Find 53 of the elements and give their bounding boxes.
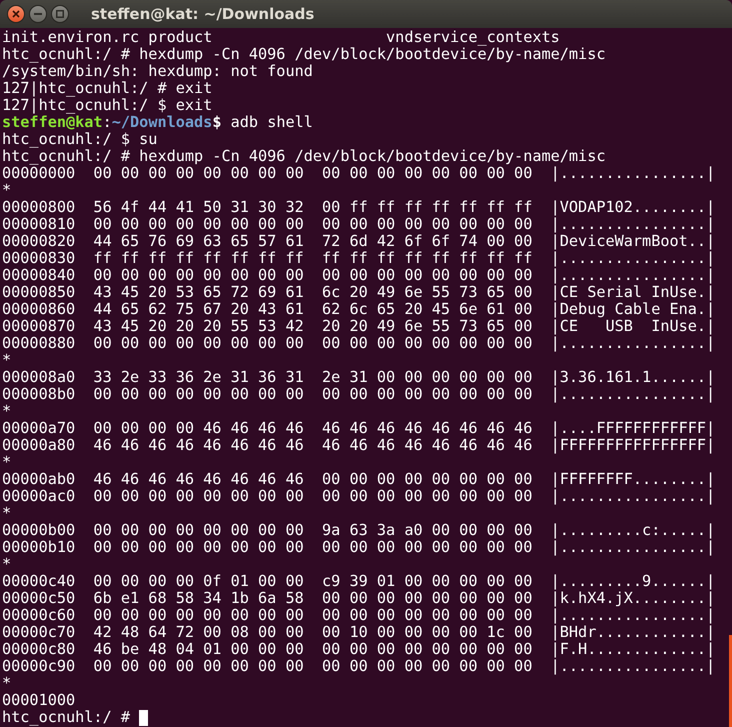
terminal-line: * [2, 556, 12, 573]
terminal-line: 00000c60 00 00 00 00 00 00 00 00 00 00 00 00 00 00 00 00 |................| [2, 607, 716, 624]
prompt-user-host: steffen@kat [2, 114, 103, 131]
prompt-separator: : [102, 114, 112, 131]
terminal-line: 127|htc_ocnuhl:/ $ exit [2, 97, 214, 114]
terminal-line: 00000c50 6b e1 68 58 34 1b 6a 58 00 00 00 00 00 00 00 00 |k.hX4.jX........| [2, 590, 716, 607]
terminal-line: htc_ocnuhl:/ $ su [2, 131, 158, 148]
terminal-line: 00000860 44 65 62 75 67 20 43 61 62 6c 65 20 45 6e 61 00 |Debug Cable Ena.| [2, 301, 716, 318]
terminal-line: htc_ocnuhl:/ # hexdump -Cn 4096 /dev/block/bootdevice/by-name/misc [2, 46, 606, 63]
terminal-line: * [2, 352, 12, 369]
terminal-line: 00000810 00 00 00 00 00 00 00 00 00 00 00 00 00 00 00 00 |................| [2, 216, 716, 233]
terminal-line: 00000850 43 45 20 53 65 72 69 61 6c 20 49 6e 55 73 65 00 |CE Serial InUse.| [2, 284, 716, 301]
terminal-line: 00000870 43 45 20 20 20 55 53 42 20 20 49 6e 55 73 65 00 |CE USB InUse.| [2, 318, 716, 335]
maximize-icon [56, 10, 64, 18]
minimize-icon [34, 13, 42, 15]
terminal-line: 00000ab0 46 46 46 46 46 46 46 46 00 00 00 00 00 00 00 00 |FFFFFFFF........| [2, 471, 716, 488]
window-title: steffen@kat: ~/Downloads [91, 5, 314, 23]
terminal-line: * [2, 454, 12, 471]
terminal-line: 00000800 56 4f 44 41 50 31 30 32 00 ff ff ff ff ff ff ff |VODAP102........| [2, 199, 716, 216]
prompt-path: ~/Downloads [112, 114, 212, 131]
close-icon [12, 10, 20, 18]
terminal-line: 00000c90 00 00 00 00 00 00 00 00 00 00 00 00 00 00 00 00 |................| [2, 658, 716, 675]
terminal-line: 00000840 00 00 00 00 00 00 00 00 00 00 00 00 00 00 00 00 |................| [2, 267, 716, 284]
command-text: adb shell [230, 114, 313, 131]
text-cursor [139, 710, 148, 726]
terminal-line: 00000b00 00 00 00 00 00 00 00 00 9a 63 3a a0 00 00 00 00 |.........c:.....| [2, 522, 716, 539]
terminal-line: * [2, 675, 12, 692]
terminal-line: * [2, 403, 12, 420]
terminal-line: 00000c70 42 48 64 72 00 08 00 00 00 10 00 00 00 00 1c 00 |BHdr............| [2, 624, 716, 641]
terminal-line: 00000c40 00 00 00 00 0f 01 00 00 c9 39 01 00 00 00 00 00 |.........9......| [2, 573, 716, 590]
terminal-line: init.environ.rc product vndservice_contexts [2, 29, 561, 46]
terminal-line: 00000830 ff ff ff ff ff ff ff ff ff ff ff ff ff ff ff ff |................| [2, 250, 716, 267]
terminal-line: 127|htc_ocnuhl:/ # exit [2, 80, 212, 97]
terminal-line: 00000a70 00 00 00 00 46 46 46 46 46 46 46 46 46 46 46 46 |....FFFFFFFFFFFF| [2, 420, 716, 437]
prompt-symbol: $ [212, 114, 222, 131]
terminal-line: htc_ocnuhl:/ # hexdump -Cn 4096 /dev/block/bootdevice/by-name/misc [2, 148, 606, 165]
terminal-line: 00000c80 46 be 48 04 01 00 00 00 00 00 00 00 00 00 00 00 |F.H.............| [2, 641, 716, 658]
terminal-line: * [2, 182, 12, 199]
terminal-line: 000008a0 33 2e 33 36 2e 31 36 31 2e 31 00 00 00 00 00 00 |3.36.161.1......| [2, 369, 716, 386]
terminal-line: 00000b10 00 00 00 00 00 00 00 00 00 00 00 00 00 00 00 00 |................| [2, 539, 716, 556]
terminal-line: 00000a80 46 46 46 46 46 46 46 46 46 46 46 46 46 46 46 46 |FFFFFFFFFFFFFFFF| [2, 437, 716, 454]
terminal-line: * [2, 505, 12, 522]
terminal-line: htc_ocnuhl:/ # [2, 709, 132, 726]
terminal-line: 00000000 00 00 00 00 00 00 00 00 00 00 00 00 00 00 00 00 |................| [2, 165, 716, 182]
terminal-line: 00000820 44 65 76 69 63 65 57 61 72 6d 42 6f 6f 74 00 00 |DeviceWarmBoot..| [2, 233, 716, 250]
terminal-line: 000008b0 00 00 00 00 00 00 00 00 00 00 00 00 00 00 00 00 |................| [2, 386, 716, 403]
terminal-line: 00001000 [2, 692, 76, 709]
minimize-button[interactable] [29, 5, 47, 23]
maximize-button[interactable] [51, 5, 69, 23]
terminal-line: 00000ac0 00 00 00 00 00 00 00 00 00 00 00 00 00 00 00 00 |................| [2, 488, 716, 505]
close-button[interactable] [7, 5, 25, 23]
terminal-line: 00000880 00 00 00 00 00 00 00 00 00 00 00 00 00 00 00 00 |................| [2, 335, 716, 352]
terminal-line: /system/bin/sh: hexdump: not found [2, 63, 313, 80]
